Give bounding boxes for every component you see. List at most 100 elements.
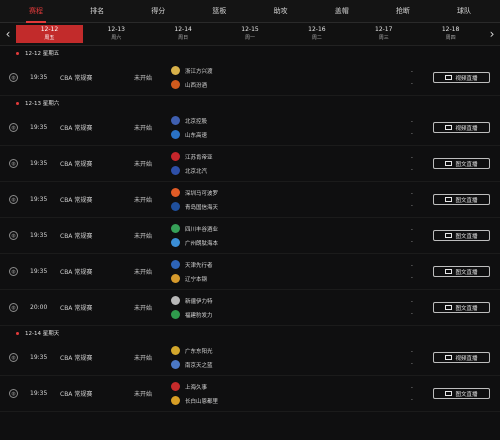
teams: 北京控股 山东高速 [171,116,207,139]
section-label: 12-14 星期天 [25,331,60,337]
live-broadcast-button[interactable]: 图文直播 [433,302,490,313]
score-team2: - [411,80,413,87]
date-section-header: 12-14 星期天 [0,326,500,340]
team-1[interactable]: 上海久事 [171,382,218,391]
score: -- [411,152,413,176]
team-logo-icon [171,360,180,369]
live-broadcast-button[interactable]: 图文直播 [433,388,490,399]
team-2[interactable]: 辽宁本钢 [171,274,213,283]
teams: 天津先行者辽宁本钢 [171,260,213,283]
date-item[interactable]: 12-15 周一 [217,25,284,43]
basketball-icon: ◍ [9,353,18,362]
broadcast-icon [445,233,453,238]
broadcast-icon [445,197,453,202]
date-navigator: ‹ 12-12 周五 12-13 周六 12-14 周日 12-15 周一 12-16 周二 12-… [0,23,500,46]
score-team2: - [411,310,413,317]
live-broadcast-button[interactable]: 视频直播 [433,352,490,363]
live-broadcast-button[interactable]: 视频直播 [433,122,490,133]
broadcast-icon [445,75,453,80]
score: -- [411,260,413,284]
game-row[interactable]: ◍ 20:00 CBA 常规赛 未开始 新疆伊力特 福建豹发力 - - 图文直播 [0,290,500,326]
weekday-label: 周三 [378,35,389,41]
team-name: 北京北汽 [185,168,208,175]
team-1[interactable]: 深圳马可波罗 [171,188,218,197]
game-time: 19:35 [30,354,48,361]
team-1[interactable]: 广东东阳光 [171,346,213,355]
team-logo-icon [171,224,180,233]
basketball-icon: ◍ [9,267,18,276]
score-team2: - [411,130,413,137]
live-button-label: 视频直播 [455,75,478,82]
team-2[interactable]: 南京天之蓝 [171,360,213,369]
game-row[interactable]: ◍ 19:35 CBA 常规赛 未开始 上海久事 长白山恩都里 - - 图文直播 [0,376,500,412]
teams: 四川丰谷酒业广州朗肽海本 [171,224,218,247]
team-2[interactable]: 长白山恩都里 [171,396,218,405]
team-2[interactable]: 广州朗肽海本 [171,238,218,247]
score-team2: - [411,360,413,367]
tab-6[interactable]: 抢断 [379,6,427,16]
tab-3[interactable]: 篮板 [195,6,243,16]
team-2[interactable]: 山东高速 [171,130,207,139]
chevron-left-icon[interactable]: ‹ [0,27,16,41]
game-row[interactable]: ◍ 19:35 CBA 常规赛 未开始 江苏肯帝亚 北京北汽 - - 图文直播 [0,146,500,182]
live-button-label: 视频直播 [455,125,478,132]
live-button-label: 图文直播 [455,233,478,240]
live-broadcast-button[interactable]: 图文直播 [433,266,490,277]
date-label: 12-12 [40,26,59,33]
team-1[interactable]: 天津先行者 [171,260,213,269]
game-row[interactable]: ◍ 19:35 CBA 常规赛 未开始 深圳马可波罗 青岛国信海天 - - 图文直播 [0,182,500,218]
team-name: 辽宁本钢 [185,276,208,283]
tab-1[interactable]: 排名 [73,6,121,16]
live-broadcast-button[interactable]: 视频直播 [433,72,490,83]
tab-5[interactable]: 盖帽 [318,6,366,16]
broadcast-icon [445,125,453,130]
game-status: 未开始 [134,125,153,132]
team-1[interactable]: 新疆伊力特 [171,296,213,305]
league-label: CBA 常规赛 [60,197,93,204]
game-row[interactable]: ◍ 19:35 CBA 常规赛 未开始 浙江方兴渡 山西汾酒 - - 视频直播 [0,60,500,96]
broadcast-icon [445,305,453,310]
league-label: CBA 常规赛 [60,305,93,312]
team-2[interactable]: 青岛国信海天 [171,202,218,211]
tab-4[interactable]: 助攻 [257,6,305,16]
team-name: 广州朗肽海本 [185,240,219,247]
teams: 广东东阳光南京天之蓝 [171,346,213,369]
live-broadcast-button[interactable]: 图文直播 [433,230,490,241]
team-logo-icon [171,80,180,89]
date-item[interactable]: 12-14 周日 [150,25,217,43]
game-row[interactable]: ◍ 19:35 CBA 常规赛 未开始 广东东阳光 南京天之蓝 - - 视频直播 [0,340,500,376]
team-logo-icon [171,274,180,283]
team-2[interactable]: 山西汾酒 [171,80,213,89]
team-2[interactable]: 福建豹发力 [171,310,213,319]
game-row[interactable]: ◍ 19:35 CBA 常规赛 未开始 四川丰谷酒业 广州朗肽海本 - - 图文直播 [0,218,500,254]
basketball-icon: ◍ [9,123,18,132]
tab-2[interactable]: 得分 [134,6,182,16]
score-team2: - [411,274,413,281]
live-broadcast-button[interactable]: 图文直播 [433,158,490,169]
date-item[interactable]: 12-12 周五 [16,25,83,43]
date-item[interactable]: 12-18 周四 [417,25,484,43]
chevron-right-icon[interactable]: › [484,27,500,41]
team-1[interactable]: 北京控股 [171,116,207,125]
team-1[interactable]: 浙江方兴渡 [171,66,213,75]
team-2[interactable]: 北京北汽 [171,166,213,175]
red-dot-icon [16,101,19,105]
date-item[interactable]: 12-16 周二 [283,25,350,43]
team-name: 深圳马可波罗 [185,190,219,197]
score-team1: - [411,154,413,161]
live-broadcast-button[interactable]: 图文直播 [433,194,490,205]
date-item[interactable]: 12-17 周三 [350,25,417,43]
date-label: 12-18 [441,26,460,33]
team-1[interactable]: 四川丰谷酒业 [171,224,218,233]
team-logo-icon [171,130,180,139]
date-item[interactable]: 12-13 周六 [83,25,150,43]
tab-0[interactable]: 赛程 [12,6,60,23]
date-section-header: 12-12 星期五 [0,46,500,60]
game-time: 19:35 [30,268,48,275]
game-row[interactable]: ◍ 19:35 CBA 常规赛 未开始 北京控股 山东高速 - - 视频直播 [0,110,500,146]
tab-7[interactable]: 球队 [440,6,488,16]
broadcast-icon [445,161,453,166]
weekday-label: 周六 [111,35,122,41]
game-row[interactable]: ◍ 19:35 CBA 常规赛 未开始 天津先行者 辽宁本钢 - - 图文直播 [0,254,500,290]
team-1[interactable]: 江苏肯帝亚 [171,152,213,161]
